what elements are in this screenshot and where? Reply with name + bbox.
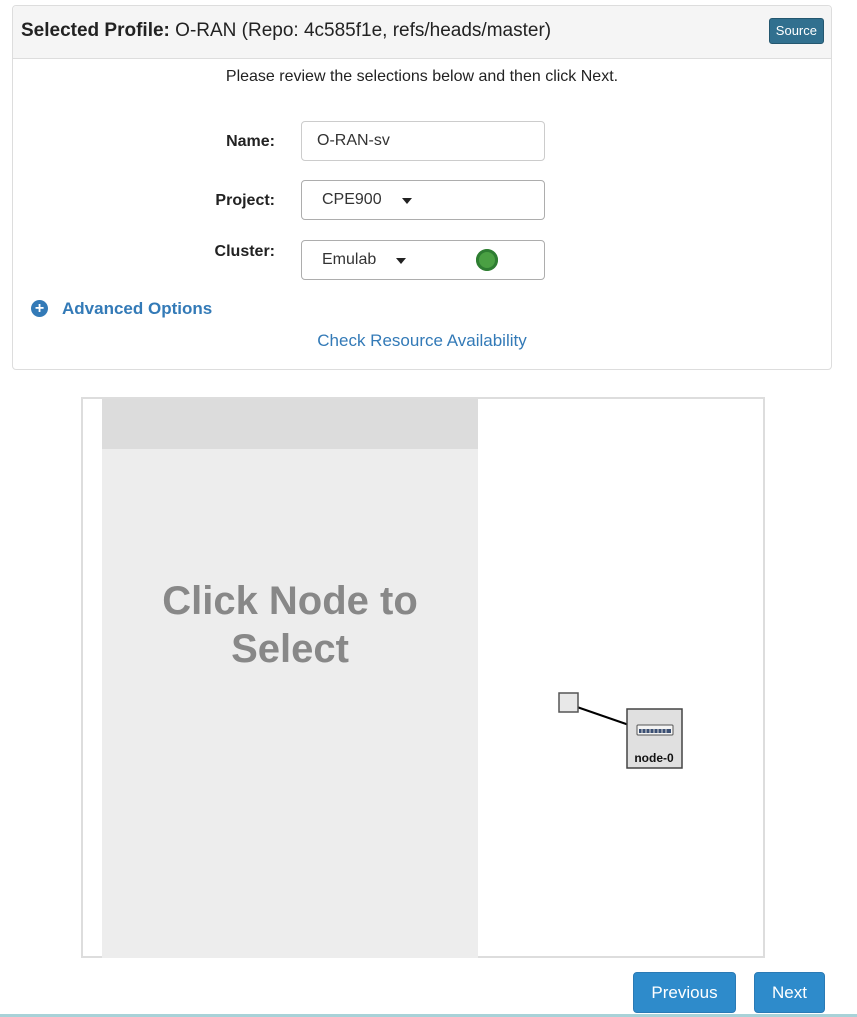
project-select[interactable]: CPE900 <box>301 180 545 220</box>
panel-heading: Selected Profile: O-RAN (Repo: 4c585f1e,… <box>13 6 831 59</box>
previous-button[interactable]: Previous <box>633 972 736 1013</box>
name-field[interactable] <box>301 121 545 161</box>
source-button[interactable]: Source <box>768 18 824 44</box>
project-label: Project: <box>215 192 275 209</box>
cluster-selected-value: Emulab <box>322 251 377 268</box>
name-input[interactable] <box>315 122 539 160</box>
project-selected-value: CPE900 <box>322 191 382 208</box>
plus-circle-icon: + <box>31 300 48 317</box>
name-label: Name: <box>226 133 275 150</box>
chevron-down-icon <box>396 258 406 264</box>
lan-handle[interactable] <box>558 692 579 713</box>
instructions-text: Please review the selections below and t… <box>225 68 619 85</box>
topology-viewer: Click Node to Select node-0 <box>81 397 765 958</box>
next-button[interactable]: Next <box>754 972 825 1013</box>
topology-canvas: node-0 <box>558 692 683 769</box>
cluster-label: Cluster: <box>214 243 275 260</box>
advanced-options-label: Advanced Options <box>62 299 213 318</box>
chevron-down-icon <box>402 198 412 204</box>
advanced-options-toggle[interactable]: + Advanced Options <box>31 299 212 319</box>
cluster-select[interactable]: Emulab <box>301 240 545 280</box>
node-link-line <box>576 706 630 726</box>
node-0[interactable]: node-0 <box>626 708 683 769</box>
selected-profile-label: Selected Profile: <box>21 20 170 41</box>
selected-profile-title: Selected Profile: O-RAN (Repo: 4c585f1e,… <box>21 20 551 42</box>
node-0-label: node-0 <box>634 751 674 765</box>
cluster-status-icon <box>476 249 498 271</box>
check-resource-availability-link[interactable]: Check Resource Availability <box>13 331 831 351</box>
server-icon <box>636 724 674 736</box>
selected-profile-value: O-RAN (Repo: 4c585f1e, refs/heads/master… <box>175 20 552 41</box>
profile-panel: Selected Profile: O-RAN (Repo: 4c585f1e,… <box>12 5 832 370</box>
